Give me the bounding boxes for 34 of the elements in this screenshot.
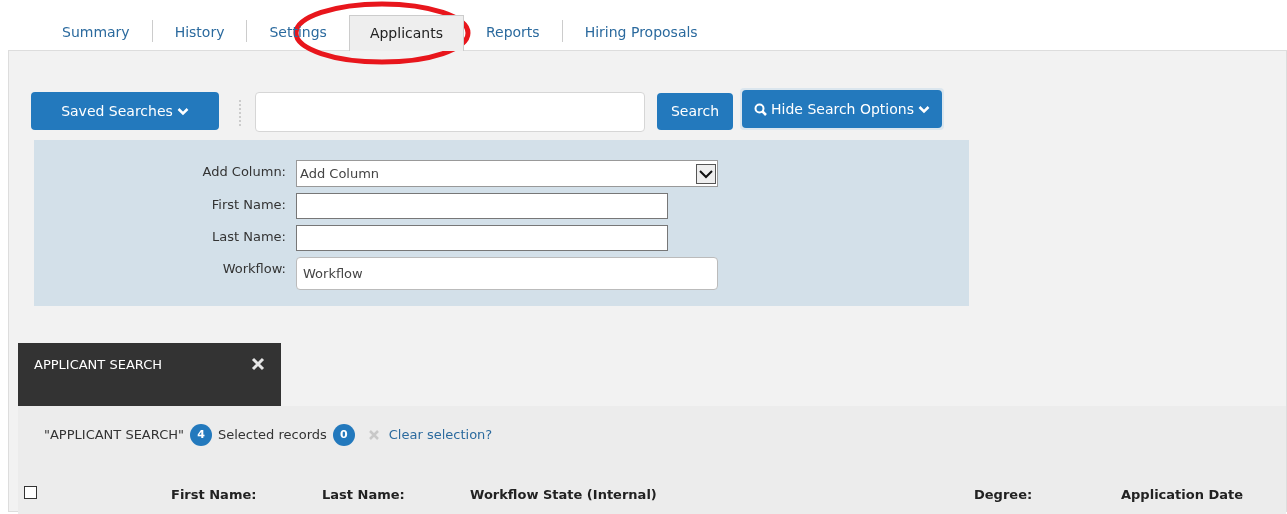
column-header: Workflow State (Internal) — [470, 486, 657, 504]
tab[interactable]: Applicants — [348, 15, 464, 51]
text-field[interactable] — [296, 225, 668, 251]
clear-selection-link[interactable]: Clear selection? — [388, 425, 493, 445]
field-label: First Name: — [210, 196, 287, 214]
count-badge: 0 — [332, 424, 355, 446]
text-field[interactable] — [296, 193, 668, 219]
count-badge: 4 — [190, 424, 212, 446]
search-icon — [754, 102, 768, 116]
column-header: First Name: — [171, 486, 257, 504]
tab[interactable]: History — [152, 14, 247, 50]
search-button[interactable]: Search — [657, 93, 733, 130]
column-header: Last Name: — [322, 486, 405, 504]
saved-searches-button[interactable]: Saved Searches — [31, 92, 219, 130]
chevron-down-icon — [696, 163, 716, 184]
search-field[interactable] — [255, 92, 645, 132]
search-name: "APPLICANT SEARCH" — [44, 426, 184, 445]
field-label: Last Name: — [211, 228, 287, 246]
chevron-down-icon — [176, 106, 189, 116]
add-column-dropdown[interactable]: Add Column — [296, 160, 718, 187]
close-icon[interactable] — [251, 357, 265, 371]
hide-search-options-button[interactable]: Hide Search Options — [742, 90, 942, 128]
column-header: Degree: — [974, 486, 1033, 504]
tab[interactable]: Hiring Proposals — [562, 14, 720, 50]
selected-records-label: Selected records — [218, 426, 327, 445]
chevron-down-icon — [917, 104, 930, 114]
tab[interactable]: Reports — [463, 14, 562, 50]
workflow-field[interactable]: Workflow — [296, 257, 718, 290]
result-tab-title: APPLICANT SEARCH — [34, 356, 162, 374]
field-label: Workflow: — [221, 260, 287, 278]
column-header: Application Date — [1121, 486, 1244, 504]
select-all-checkbox[interactable] — [24, 486, 37, 499]
tab[interactable]: Summary — [40, 14, 152, 50]
field-label: Add Column: — [201, 163, 287, 181]
